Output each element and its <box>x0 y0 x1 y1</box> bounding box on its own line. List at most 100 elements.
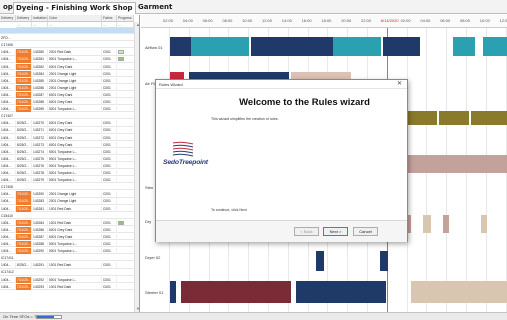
cell-id: 1404... <box>0 241 16 248</box>
sedotreepoint-logo-icon <box>172 141 194 157</box>
gantt-task-bar[interactable] <box>383 37 420 56</box>
table-row[interactable]: 1404... 7/11/20... 143286 6001 Grey Dark C00… <box>0 226 135 234</box>
table-row[interactable]: 1404... 7/11/20... 143283 2001 Orange Light… <box>0 198 135 205</box>
table-row[interactable]: 1404... 8/25/2... 143279 5001 Turquoise L..… <box>0 177 135 184</box>
column-header-fabric[interactable]: Fabric <box>102 15 117 22</box>
table-row[interactable]: 1404... 8/25/2... 143270 6001 Grey Dark C001 <box>0 120 135 127</box>
cell-inv: 143283 <box>32 198 48 205</box>
group-row[interactable]: ZFO... <box>0 35 135 42</box>
table-row[interactable]: 1404... 7/11/20... 143290 5001 Turquoise L.… <box>0 248 135 255</box>
table-row[interactable]: 1404... 7/11/20... 143281 5001 Turquoise L.… <box>0 56 135 63</box>
dialog-title-bar[interactable]: Rules Wizard ✕ <box>156 80 407 89</box>
table-row[interactable]: 1404... 7/11/20... 143286 2001 Orange Light… <box>0 84 135 92</box>
table-row[interactable]: 1404... 7/11/20... 143284 2001 Orange Light… <box>0 70 135 77</box>
cell-color: 2001 Orange Light <box>48 77 102 84</box>
cell-fabric: C001 <box>102 198 117 205</box>
table-row[interactable]: 1404... 7/11/20... 143292 5001 Turquoise L.… <box>0 276 135 283</box>
gantt-task-bar[interactable] <box>296 281 386 303</box>
gantt-task-bar[interactable] <box>471 111 507 125</box>
table-row[interactable]: 1404... 7/11/20... 143287 6001 Grey Dark C00… <box>0 233 135 241</box>
table-row[interactable]: 1404... 7/11/20... 143287 6001 Grey Dark C00… <box>0 91 135 99</box>
gantt-task-bar[interactable] <box>481 215 487 233</box>
cell-fabric: C001 <box>102 155 117 163</box>
column-header-color[interactable]: Color <box>48 15 102 22</box>
column-header-delivery[interactable]: Delivery <box>16 15 32 22</box>
table-row[interactable]: 1404... 7/11/20... 143281 1001 Red Dark C001 <box>0 205 135 212</box>
gantt-task-bar[interactable] <box>396 155 507 173</box>
table-row[interactable]: 1404... 7/11/20... 143282 6001 Grey Dark C00… <box>0 63 135 70</box>
group-label: IC17411 <box>1 256 14 261</box>
table-row[interactable]: 1404... 8/25/2... 143271 6001 Grey Dark C001 <box>0 127 135 134</box>
table-row[interactable]: 1404... 8/25/2... 143291 1001 Red Dark C001 <box>0 262 135 269</box>
gantt-task-bar[interactable] <box>483 37 507 56</box>
cell-color: 6001 Grey Dark <box>48 141 102 148</box>
group-row[interactable]: C17407 <box>0 113 135 120</box>
table-row[interactable]: 1404... 7/11/20... 143293 1001 Red Dark C001 <box>0 283 135 290</box>
cell-id: 1404... <box>0 77 16 84</box>
gantt-task-bar[interactable] <box>411 281 507 303</box>
back-button[interactable]: < Back <box>294 227 319 236</box>
gantt-task-bar[interactable] <box>380 251 388 271</box>
cell-fabric: C001 <box>102 120 117 127</box>
gantt-task-bar[interactable] <box>439 111 469 125</box>
gantt-task-bar[interactable] <box>257 37 333 56</box>
table-row[interactable]: 1404... 7/11/20... 143289 5001 Turquoise L.… <box>0 106 135 113</box>
cell-inv: 143282 <box>32 63 48 70</box>
cell-color: 6001 Grey Dark <box>48 226 102 234</box>
table-row[interactable]: 1404... 8/25/2... 143273 6001 Grey Dark C001 <box>0 141 135 148</box>
table-row[interactable]: 1404... 8/25/2... 143275 5001 Turquoise L..… <box>0 155 135 163</box>
cell-id: 1404... <box>0 106 16 113</box>
cell-fabric: C001 <box>102 127 117 134</box>
group-row[interactable]: IC17412 <box>0 269 135 276</box>
gantt-task-bar[interactable] <box>443 215 449 233</box>
time-tick: 02:00 <box>400 18 411 23</box>
cell-fabric: C001 <box>102 99 117 106</box>
tab-dyeing-finishing[interactable]: Dyeing - Finishing Work Shop <box>13 2 136 14</box>
table-row[interactable]: 1404... 7/11/20... 143288 6001 Grey Dark C00… <box>0 99 135 106</box>
gantt-task-bar[interactable] <box>170 281 176 303</box>
table-row[interactable]: 1404... 8/25/2... 143272 6001 Grey Dark C001 <box>0 134 135 141</box>
column-header-progress[interactable]: Progress <box>117 15 134 22</box>
group-row[interactable]: IC17411 <box>0 255 135 262</box>
gantt-task-bar[interactable] <box>316 251 324 271</box>
cell-color: 5001 Turquoise L... <box>48 56 102 63</box>
cell-color: 2001 Orange Light <box>48 191 102 198</box>
cell-inv: 143274 <box>32 148 48 155</box>
gantt-task-bar[interactable] <box>333 37 381 56</box>
cell-color: 6001 Grey Dark <box>48 63 102 70</box>
table-row[interactable]: 1404... 7/11/20... 143284 1001 Red Dark C001 <box>0 219 135 226</box>
column-header-invitation-id[interactable]: Invitation ID <box>32 15 48 22</box>
cell-date: 8/25/2... <box>16 127 32 134</box>
next-button[interactable]: Next > <box>323 227 348 236</box>
selected-row[interactable] <box>0 28 135 35</box>
scroll-up-icon[interactable]: ▲ <box>135 22 139 28</box>
cancel-button[interactable]: Cancel <box>353 227 378 236</box>
cell-inv: 143287 <box>32 233 48 241</box>
gantt-task-bar[interactable] <box>423 215 431 233</box>
gantt-task-bar[interactable] <box>191 37 249 56</box>
cell-inv: 143285 <box>32 77 48 84</box>
table-row[interactable]: 1404... 8/25/2... 143276 5001 Turquoise L..… <box>0 162 135 170</box>
table-row[interactable]: 1404... 7/11/20... 143290 2001 Orange Light… <box>0 191 135 198</box>
cell-date: 7/11/20... <box>16 70 32 77</box>
tab-garment[interactable]: Garment <box>136 2 174 14</box>
group-row[interactable]: C17408 <box>0 184 135 191</box>
table-row[interactable]: 1404... 7/11/20... 143280 2001 Red Dark C001 <box>0 49 135 56</box>
gantt-task-bar[interactable] <box>453 37 475 56</box>
column-header-delivery-a[interactable]: Delivery <box>0 15 16 22</box>
grid-vertical-scrollbar[interactable]: ▲ ▼ <box>134 22 139 312</box>
table-row[interactable]: 1404... 8/25/2... 143274 5001 Turquoise L..… <box>0 148 135 155</box>
cell-date: 7/11/20... <box>16 283 32 290</box>
cell-color: 5001 Turquoise L... <box>48 106 102 113</box>
gantt-task-bar[interactable] <box>181 281 291 303</box>
close-icon[interactable]: ✕ <box>397 80 402 89</box>
time-tick: 08:00 <box>460 18 471 23</box>
table-row[interactable]: 1404... 7/11/20... 143288 5001 Turquoise L.… <box>0 241 135 248</box>
gantt-task-bar[interactable] <box>170 37 191 56</box>
group-row[interactable]: C15410 <box>0 212 135 219</box>
cell-fabric: C001 <box>102 63 117 70</box>
group-row[interactable]: C17406 <box>0 42 135 49</box>
table-row[interactable]: 1404... 8/25/2... 143278 5001 Turquoise L..… <box>0 170 135 177</box>
cell-inv: 143279 <box>32 177 48 184</box>
table-row[interactable]: 1404... 7/11/20... 143285 2001 Orange Light… <box>0 77 135 84</box>
